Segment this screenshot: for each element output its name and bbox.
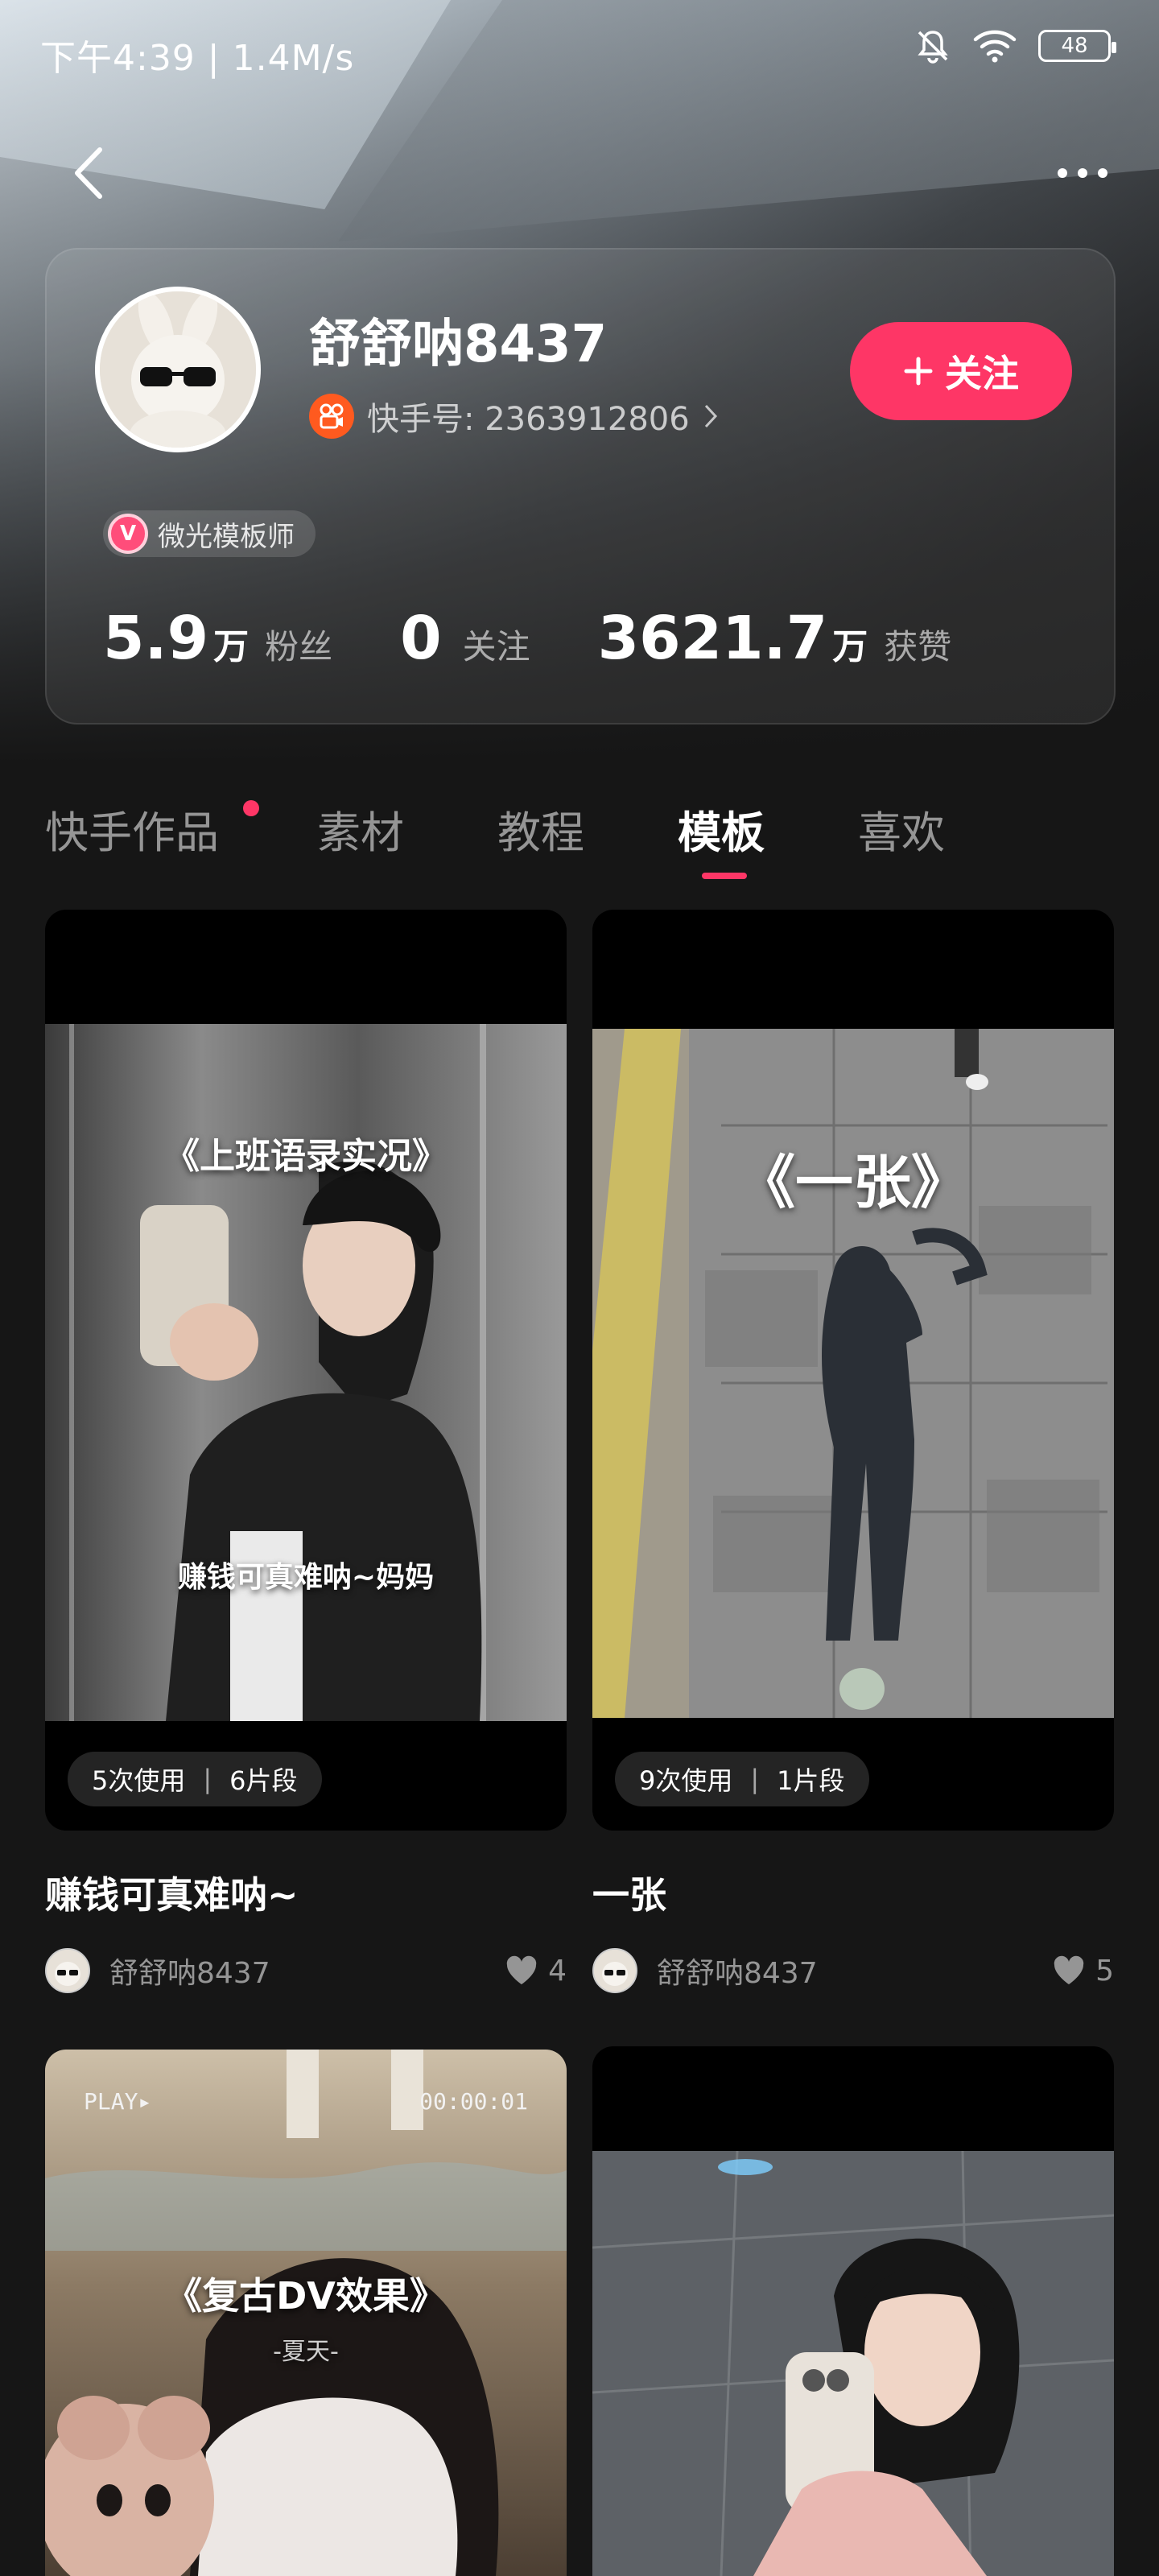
tab-tutorials[interactable]: 教程: [497, 797, 584, 861]
avatar[interactable]: [95, 287, 261, 452]
like-count: 5: [1095, 1954, 1114, 1988]
author-name[interactable]: 舒舒呐8437: [657, 1950, 1052, 1992]
tab-likes[interactable]: 喜欢: [858, 797, 945, 861]
stat-following[interactable]: 0 关注: [400, 604, 530, 673]
template-card[interactable]: [592, 2046, 1114, 2576]
kwai-logo-icon: [309, 394, 354, 439]
card-meta: 舒舒呐8437 5: [592, 1946, 1114, 1995]
stat-unit: 万: [213, 626, 250, 667]
segment-count: 6片段: [229, 1765, 298, 1796]
status-icons: 48: [914, 27, 1116, 64]
overlay-title: 《上班语录实况》: [164, 1136, 448, 1177]
kwai-id-text: 快手号: 2363912806: [367, 401, 690, 438]
chevron-right-icon: [704, 404, 717, 428]
battery-icon: 48: [1038, 30, 1116, 62]
stat-likes[interactable]: 3621.7 万 获赞: [598, 604, 952, 673]
segment-count: 1片段: [777, 1765, 845, 1796]
stat-fans[interactable]: 5.9 万 粉丝: [103, 604, 332, 673]
usage-count: 9次使用: [639, 1765, 733, 1796]
template-card[interactable]: 《一张》 9次使用 | 1片段 一张 舒舒呐8437 5: [592, 910, 1114, 1995]
stat-unit: 万: [832, 626, 868, 667]
tab-notification-dot: [243, 800, 259, 816]
template-thumbnail[interactable]: PLAY▸ 00:00:01 《复古DV效果》 -夏天-: [45, 2050, 567, 2576]
template-thumbnail[interactable]: [592, 2046, 1114, 2576]
mute-bell-icon: [918, 31, 948, 64]
v-badge-icon: V: [108, 514, 148, 554]
usage-count: 5次使用: [92, 1765, 186, 1796]
tab-materials[interactable]: 素材: [317, 797, 404, 861]
wifi-icon: [973, 30, 1017, 63]
overlay-subtitle: -夏天-: [273, 2338, 339, 2366]
follow-label: 关注: [945, 352, 1019, 395]
overlay-title: 《复古DV效果》: [165, 2274, 447, 2318]
pill-separator: |: [203, 1764, 212, 1794]
heart-icon: [506, 1955, 537, 1984]
stat-number: 0: [400, 604, 442, 673]
card-meta: 舒舒呐8437 4: [45, 1946, 567, 1995]
stat-number: 5.9: [103, 604, 209, 673]
tab-templates[interactable]: 模板: [678, 797, 765, 861]
usage-pill: 9次使用 | 1片段: [615, 1752, 869, 1806]
badge-label: 微光模板师: [158, 520, 295, 553]
usage-pill: 5次使用 | 6片段: [68, 1752, 322, 1806]
active-tab-indicator: [702, 873, 747, 879]
more-dots-icon[interactable]: [1054, 161, 1111, 185]
video-frame-image: [592, 1029, 1114, 1718]
dv-play-label: PLAY▸: [84, 2088, 152, 2115]
username: 舒舒呐8437: [309, 315, 608, 374]
card-title: 一张: [592, 1873, 666, 1917]
like-count: 4: [548, 1954, 567, 1988]
template-card[interactable]: 《上班语录实况》 赚钱可真难呐~妈妈 5次使用 | 6片段 赚钱可真难呐~ 舒舒…: [45, 910, 567, 1995]
pill-separator: |: [750, 1764, 760, 1794]
follow-button[interactable]: 关注: [850, 322, 1072, 420]
template-thumbnail[interactable]: 《上班语录实况》 赚钱可真难呐~妈妈 5次使用 | 6片段: [45, 910, 567, 1831]
like-count-group[interactable]: 4: [505, 1955, 567, 1988]
stats-row: 5.9 万 粉丝 0 关注 3621.7 万 获赞: [103, 604, 1019, 673]
battery-level: 48: [1061, 34, 1088, 58]
like-count-group[interactable]: 5: [1052, 1955, 1114, 1988]
tab-works[interactable]: 快手作品: [45, 797, 219, 861]
status-time: 下午4:39 | 1.4M/s: [40, 38, 355, 79]
stat-label: 关注: [462, 627, 530, 667]
dv-timecode: 00:00:01: [419, 2088, 528, 2115]
overlay-subtitle: 赚钱可真难呐~妈妈: [177, 1561, 435, 1594]
video-frame-image: [592, 2151, 1114, 2576]
content-tabs: 快手作品 素材 教程 模板 喜欢: [45, 797, 1116, 886]
template-card[interactable]: PLAY▸ 00:00:01 《复古DV效果》 -夏天-: [45, 2050, 567, 2576]
profile-card: 舒舒呐8437 快手号: 2363912806 关注 V 微光模板师 5.9 万: [45, 248, 1116, 724]
plus-icon: [904, 357, 933, 386]
template-thumbnail[interactable]: 《一张》 9次使用 | 1片段: [592, 910, 1114, 1831]
stat-number: 3621.7: [597, 604, 828, 673]
creator-badge[interactable]: V 微光模板师: [103, 510, 316, 557]
author-name[interactable]: 舒舒呐8437: [109, 1950, 505, 1992]
kwai-id-row[interactable]: 快手号: 2363912806: [309, 393, 719, 440]
back-chevron-icon[interactable]: [64, 145, 113, 201]
stat-label: 粉丝: [265, 627, 333, 667]
heart-icon: [1054, 1955, 1084, 1984]
overlay-title: 《一张》: [736, 1149, 969, 1216]
status-bar: 下午4:39 | 1.4M/s 48: [0, 0, 1159, 97]
author-avatar[interactable]: [592, 1948, 637, 1993]
stat-label: 获赞: [884, 627, 952, 667]
card-title: 赚钱可真难呐~: [45, 1873, 299, 1917]
author-avatar[interactable]: [45, 1948, 90, 1993]
